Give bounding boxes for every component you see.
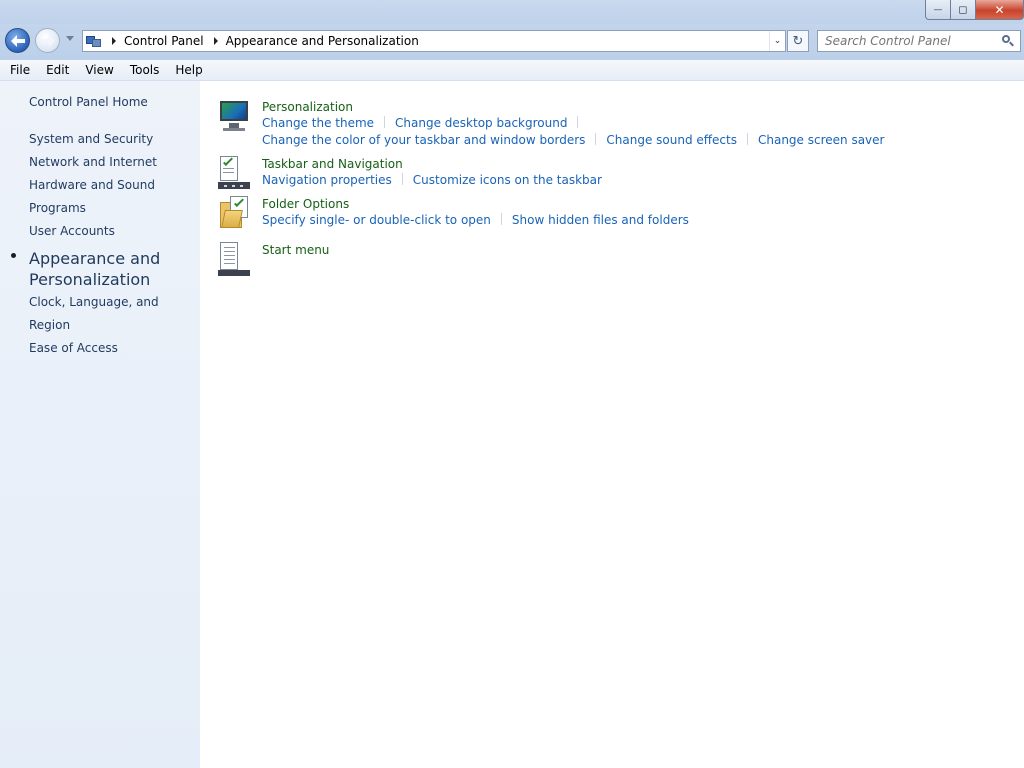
chevron-down-icon: ⌄ xyxy=(773,36,782,46)
category-title-start-menu[interactable]: Start menu xyxy=(262,242,329,258)
caption-buttons: — ◻ ✕ xyxy=(925,0,1024,20)
close-icon: ✕ xyxy=(994,2,1005,17)
link-separator xyxy=(500,213,502,225)
taskbar-icon[interactable] xyxy=(218,156,252,190)
start-menu-icon[interactable] xyxy=(218,242,252,276)
folder-options-icon[interactable] xyxy=(218,196,252,230)
minimize-icon: — xyxy=(933,4,943,15)
recent-pages-dropdown[interactable] xyxy=(66,36,74,41)
breadcrumb-control-panel[interactable]: Control Panel xyxy=(124,34,204,48)
menu-tools[interactable]: Tools xyxy=(122,60,168,80)
address-bar[interactable]: Control Panel Appearance and Personaliza… xyxy=(82,30,786,52)
category-title-personalization[interactable]: Personalization xyxy=(262,99,353,115)
search-input[interactable] xyxy=(825,34,995,48)
link-row: Change the theme Change desktop backgroun… xyxy=(262,115,588,132)
sidebar-current-label-line2: Personalization xyxy=(29,270,151,289)
sidebar-current-label-line1: Appearance and xyxy=(29,249,161,268)
search-icon[interactable] xyxy=(1002,35,1014,47)
link-separator xyxy=(384,116,386,128)
menu-bar: File Edit View Tools Help xyxy=(0,60,1024,81)
main-content: Personalization Change the theme Change d… xyxy=(200,81,1024,768)
sidebar: Control Panel Home System and Security N… xyxy=(0,81,200,768)
link-row: Specify single- or double-click to open S… xyxy=(262,212,689,229)
address-dropdown-button[interactable]: ⌄ xyxy=(769,31,785,51)
link-separator xyxy=(595,133,597,145)
link-row: Change the color of your taskbar and win… xyxy=(262,132,884,149)
close-button[interactable]: ✕ xyxy=(976,0,1024,20)
title-bar[interactable]: — ◻ ✕ xyxy=(0,0,1024,24)
link-customize-taskbar-icons[interactable]: Customize icons on the taskbar xyxy=(413,173,602,187)
monitor-icon[interactable] xyxy=(218,99,252,133)
minimize-button[interactable]: — xyxy=(925,0,951,20)
menu-file[interactable]: File xyxy=(0,60,38,80)
navigation-bar: Control Panel Appearance and Personaliza… xyxy=(0,24,1024,60)
forward-button[interactable] xyxy=(35,28,60,53)
refresh-button[interactable]: ↻ xyxy=(787,30,809,52)
link-change-sound-effects[interactable]: Change sound effects xyxy=(606,133,737,147)
breadcrumb-separator-icon[interactable] xyxy=(213,37,218,45)
link-change-theme[interactable]: Change the theme xyxy=(262,116,374,130)
link-separator xyxy=(746,133,748,145)
sidebar-item-user-accounts[interactable]: User Accounts xyxy=(29,220,199,243)
restore-button[interactable]: ◻ xyxy=(951,0,976,20)
category-title-folder-options[interactable]: Folder Options xyxy=(262,196,349,212)
search-box[interactable] xyxy=(817,30,1021,52)
sidebar-item-clock-language-region[interactable]: Clock, Language, and Region xyxy=(29,291,199,337)
link-change-desktop-background[interactable]: Change desktop background xyxy=(395,116,567,130)
control-panel-icon xyxy=(86,34,102,48)
forward-arrow-icon xyxy=(41,35,55,47)
sidebar-item-network-internet[interactable]: Network and Internet xyxy=(29,151,199,174)
menu-help[interactable]: Help xyxy=(167,60,210,80)
sidebar-item-control-panel-home[interactable]: Control Panel Home xyxy=(29,95,148,109)
refresh-icon: ↻ xyxy=(792,33,804,49)
back-arrow-icon xyxy=(10,34,25,47)
breadcrumb-separator-icon[interactable] xyxy=(112,37,116,45)
menu-edit[interactable]: Edit xyxy=(38,60,77,80)
sidebar-category-list: System and Security Network and Internet… xyxy=(11,128,199,360)
link-separator xyxy=(577,116,579,128)
sidebar-item-hardware-sound[interactable]: Hardware and Sound xyxy=(29,174,199,197)
link-change-screen-saver[interactable]: Change screen saver xyxy=(758,133,885,147)
link-show-hidden-files[interactable]: Show hidden files and folders xyxy=(512,213,689,227)
link-row: Navigation properties Customize icons on … xyxy=(262,172,602,189)
link-single-double-click[interactable]: Specify single- or double-click to open xyxy=(262,213,491,227)
sidebar-item-programs[interactable]: Programs xyxy=(29,197,199,220)
restore-icon: ◻ xyxy=(958,3,968,16)
sidebar-item-ease-of-access[interactable]: Ease of Access xyxy=(29,337,199,360)
link-separator xyxy=(401,173,403,185)
sidebar-item-system-security[interactable]: System and Security xyxy=(29,128,199,151)
sidebar-item-appearance-personalization: Appearance and Personalization xyxy=(11,243,199,291)
link-change-taskbar-color[interactable]: Change the color of your taskbar and win… xyxy=(262,133,585,147)
current-page-bullet-icon xyxy=(11,253,16,258)
breadcrumb-appearance-personalization[interactable]: Appearance and Personalization xyxy=(226,34,419,48)
category-title-taskbar-navigation[interactable]: Taskbar and Navigation xyxy=(262,156,403,172)
menu-view[interactable]: View xyxy=(77,60,121,80)
link-navigation-properties[interactable]: Navigation properties xyxy=(262,173,392,187)
back-button[interactable] xyxy=(5,28,30,53)
